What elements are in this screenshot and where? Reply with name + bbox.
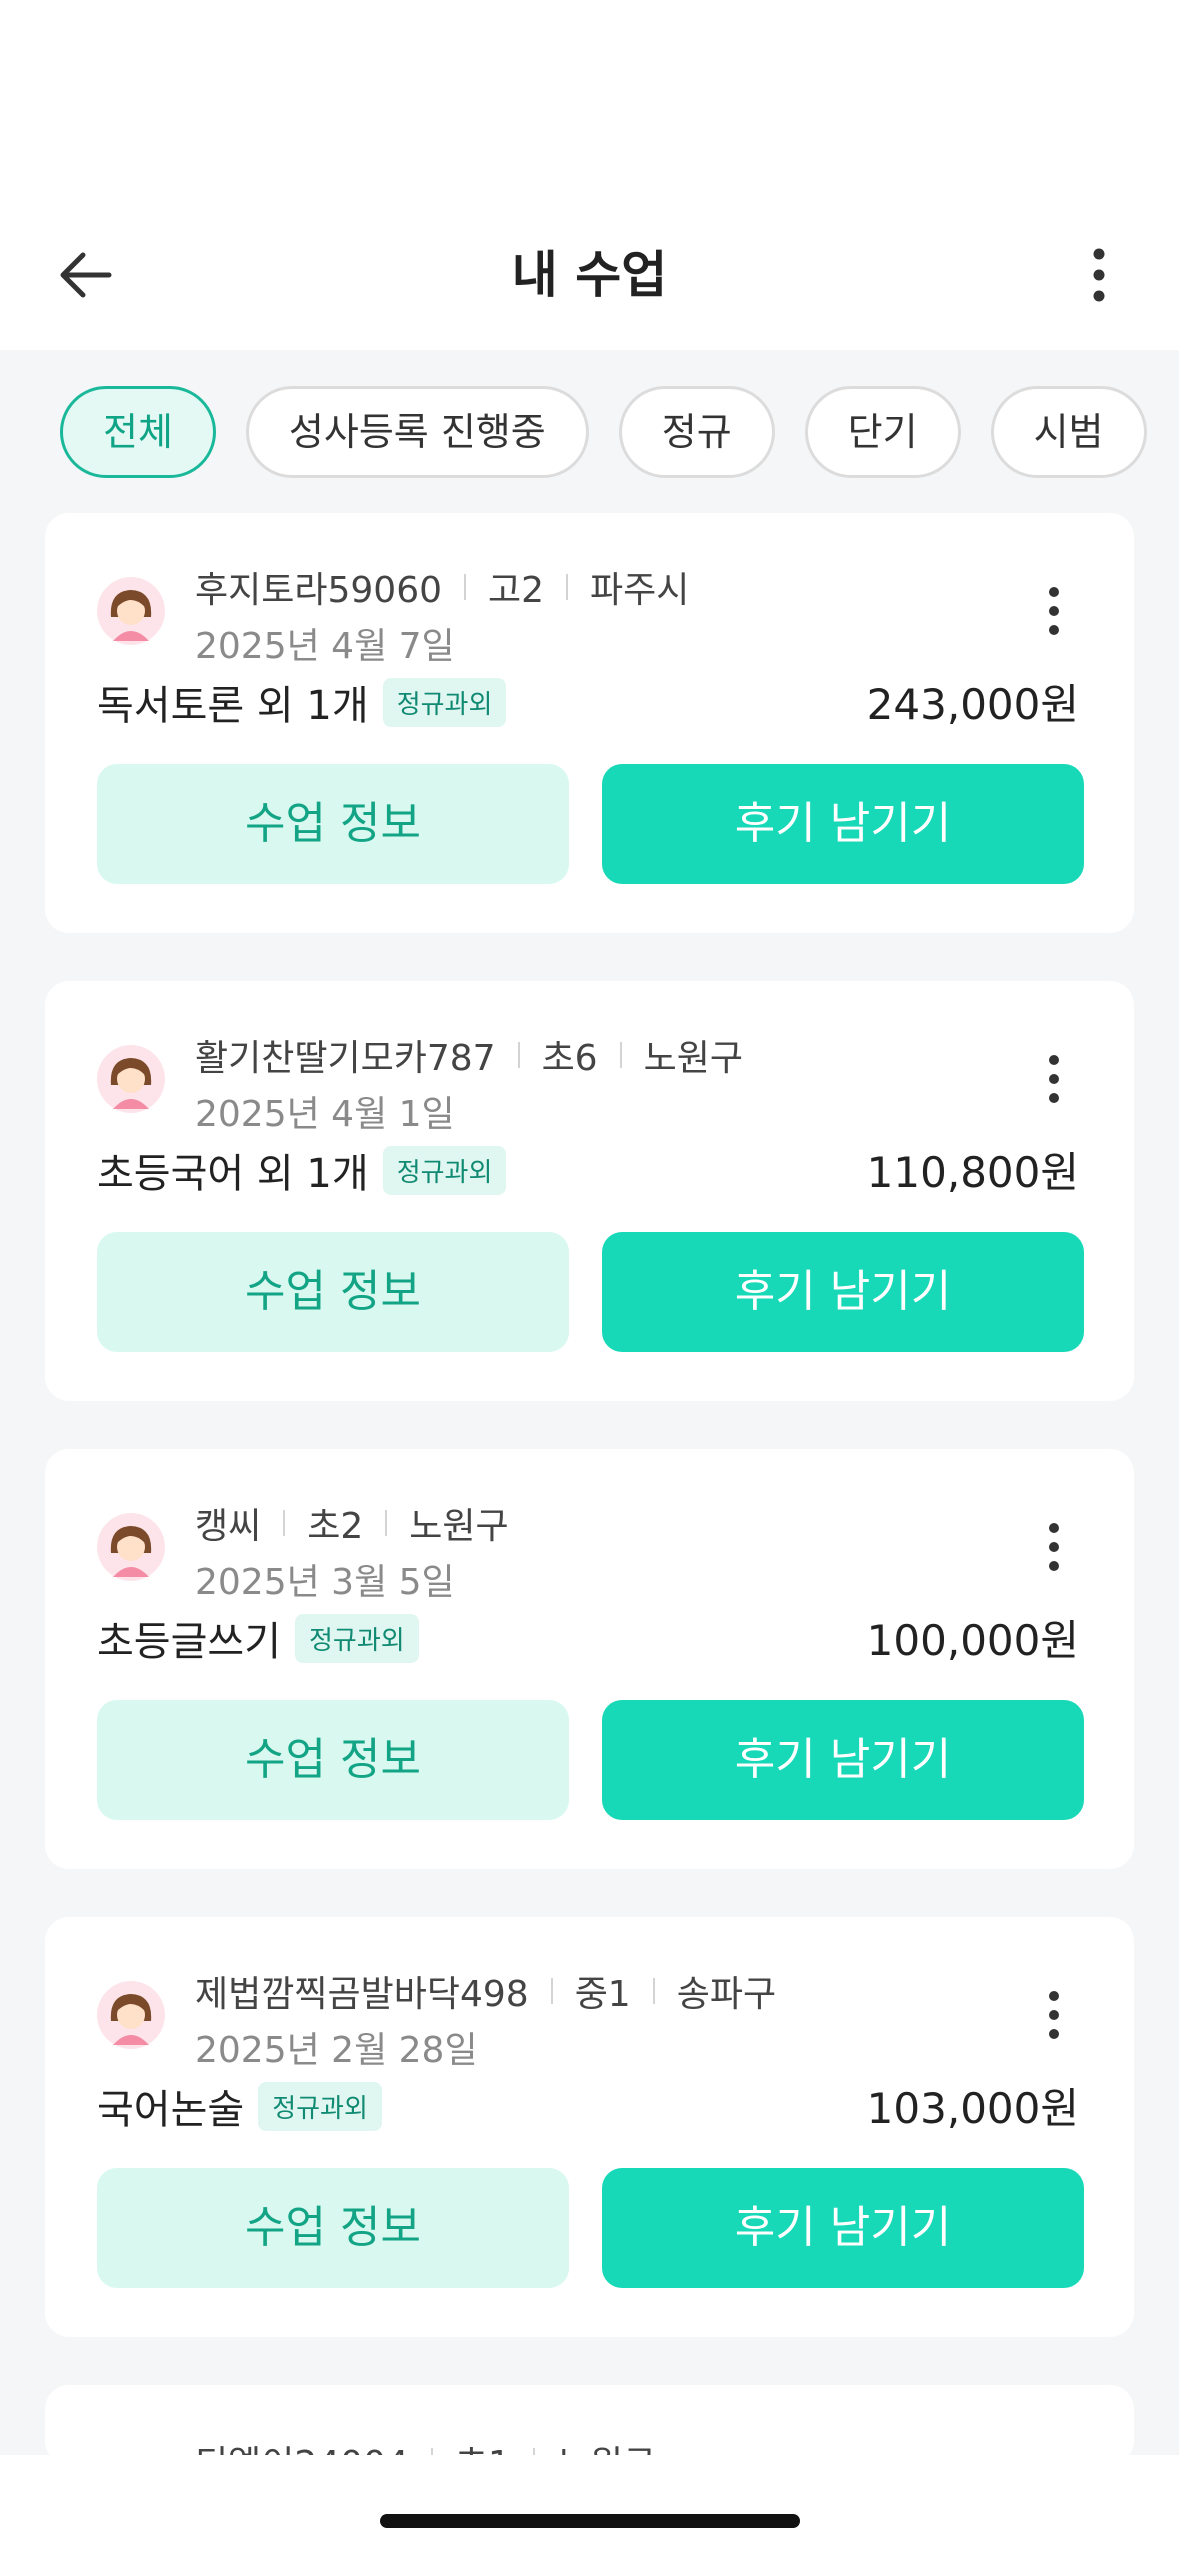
student-nickname: 활기찬딸기모카787 [195, 1038, 496, 1079]
lesson-card: 후지토라59060 고2 파주시 2025년 4월 7일 독서토론 외 1개 정… [45, 513, 1134, 933]
divider [517, 1042, 520, 1068]
student-grade: 중1 [574, 1974, 631, 2015]
lesson-card: 티엘이24004 초1 노원구 [45, 2385, 1134, 2465]
lesson-type-badge: 정규과외 [382, 1145, 507, 1195]
more-vertical-icon [1049, 1991, 1059, 2039]
student-meta: 활기찬딸기모카787 초6 노원구 [195, 1029, 743, 1081]
divider [550, 1978, 553, 2004]
lesson-info-button[interactable]: 수업 정보 [97, 1700, 569, 1820]
lesson-card: 제법깜찍곰발바닥498 중1 송파구 2025년 2월 28일 국어논술 정규과… [45, 1917, 1134, 2337]
lesson-price: 110,800원 [866, 1148, 1079, 1197]
student-nickname: 후지토라59060 [195, 570, 443, 611]
student-grade: 초6 [541, 1038, 598, 1079]
student-meta: 후지토라59060 고2 파주시 [195, 561, 689, 613]
card-more-button[interactable] [1034, 1985, 1074, 2045]
more-vertical-icon [1093, 248, 1105, 302]
card-more-button[interactable] [1034, 1049, 1074, 1109]
divider [283, 1510, 286, 1536]
lesson-subject: 초등글쓰기 [97, 1619, 281, 1665]
top-app-bar: 내 수업 [0, 210, 1179, 350]
lesson-info-button[interactable]: 수업 정보 [97, 764, 569, 884]
lesson-date: 2025년 3월 5일 [195, 1562, 455, 1603]
lesson-card: 활기찬딸기모카787 초6 노원구 2025년 4월 1일 초등국어 외 1개 … [45, 981, 1134, 1401]
lesson-subject: 국어논술 [97, 2087, 245, 2133]
lesson-date: 2025년 2월 28일 [195, 2030, 478, 2071]
filter-chip-regular[interactable]: 정규 [618, 386, 775, 478]
write-review-button[interactable]: 후기 남기기 [602, 1232, 1084, 1352]
student-avatar-icon [97, 1981, 165, 2049]
subject-row: 국어논술 정규과외 [97, 2077, 382, 2135]
divider [464, 574, 467, 600]
filter-chip-trial[interactable]: 시범 [990, 386, 1147, 478]
subject-row: 초등국어 외 1개 정규과외 [97, 1141, 507, 1199]
write-review-button[interactable]: 후기 남기기 [602, 1700, 1084, 1820]
lesson-type-badge: 정규과외 [295, 1613, 419, 1663]
student-region: 노원구 [409, 1506, 509, 1547]
filter-chip-bar: 전체 성사등록 진행중 정규 단기 시범 [60, 386, 1147, 478]
lesson-price: 103,000원 [866, 2084, 1079, 2133]
divider [385, 1510, 388, 1536]
bottom-safe-area [0, 2455, 1179, 2556]
student-meta: 캥씨 초2 노원구 [195, 1497, 509, 1549]
filter-chip-in-progress[interactable]: 성사등록 진행중 [245, 386, 589, 478]
student-region: 파주시 [590, 570, 690, 611]
student-grade: 초2 [307, 1506, 364, 1547]
more-vertical-icon [1049, 587, 1059, 635]
more-vertical-icon [1049, 1523, 1059, 1571]
card-more-button[interactable] [1034, 581, 1074, 641]
lesson-type-badge: 정규과외 [382, 677, 507, 727]
student-nickname: 제법깜찍곰발바닥498 [195, 1974, 529, 2015]
lesson-subject: 초등국어 외 1개 [97, 1151, 369, 1197]
subject-row: 초등글쓰기 정규과외 [97, 1609, 419, 1667]
lesson-date: 2025년 4월 1일 [195, 1094, 455, 1135]
subject-row: 독서토론 외 1개 정규과외 [97, 673, 507, 731]
header-more-button[interactable] [1064, 240, 1134, 310]
lesson-card: 캥씨 초2 노원구 2025년 3월 5일 초등글쓰기 정규과외 100,000… [45, 1449, 1134, 1869]
student-nickname: 캥씨 [195, 1506, 262, 1547]
write-review-button[interactable]: 후기 남기기 [602, 764, 1084, 884]
student-meta: 제법깜찍곰발바닥498 중1 송파구 [195, 1965, 776, 2017]
student-region: 노원구 [643, 1038, 743, 1079]
card-more-button[interactable] [1034, 1517, 1074, 1577]
lesson-price: 243,000원 [866, 680, 1079, 729]
student-avatar-icon [97, 1513, 165, 1581]
divider [566, 574, 569, 600]
more-vertical-icon [1049, 1055, 1059, 1103]
home-indicator[interactable] [380, 2514, 800, 2528]
lesson-type-badge: 정규과외 [258, 2081, 382, 2131]
filter-chip-short-term[interactable]: 단기 [804, 386, 961, 478]
lesson-info-button[interactable]: 수업 정보 [97, 1232, 569, 1352]
student-grade: 고2 [488, 570, 545, 611]
write-review-button[interactable]: 후기 남기기 [602, 2168, 1084, 2288]
status-bar-area [0, 0, 1179, 210]
lesson-subject: 독서토론 외 1개 [97, 683, 369, 729]
lesson-info-button[interactable]: 수업 정보 [97, 2168, 569, 2288]
student-avatar-icon [97, 1045, 165, 1113]
lesson-date: 2025년 4월 7일 [195, 626, 455, 667]
divider [652, 1978, 655, 2004]
lesson-list: 후지토라59060 고2 파주시 2025년 4월 7일 독서토론 외 1개 정… [45, 513, 1134, 2513]
page-title: 내 수업 [511, 246, 668, 304]
student-avatar-icon [97, 577, 165, 645]
student-region: 송파구 [676, 1974, 777, 2015]
filter-chip-all[interactable]: 전체 [60, 386, 216, 478]
divider [619, 1042, 622, 1068]
lesson-price: 100,000원 [866, 1616, 1079, 1665]
